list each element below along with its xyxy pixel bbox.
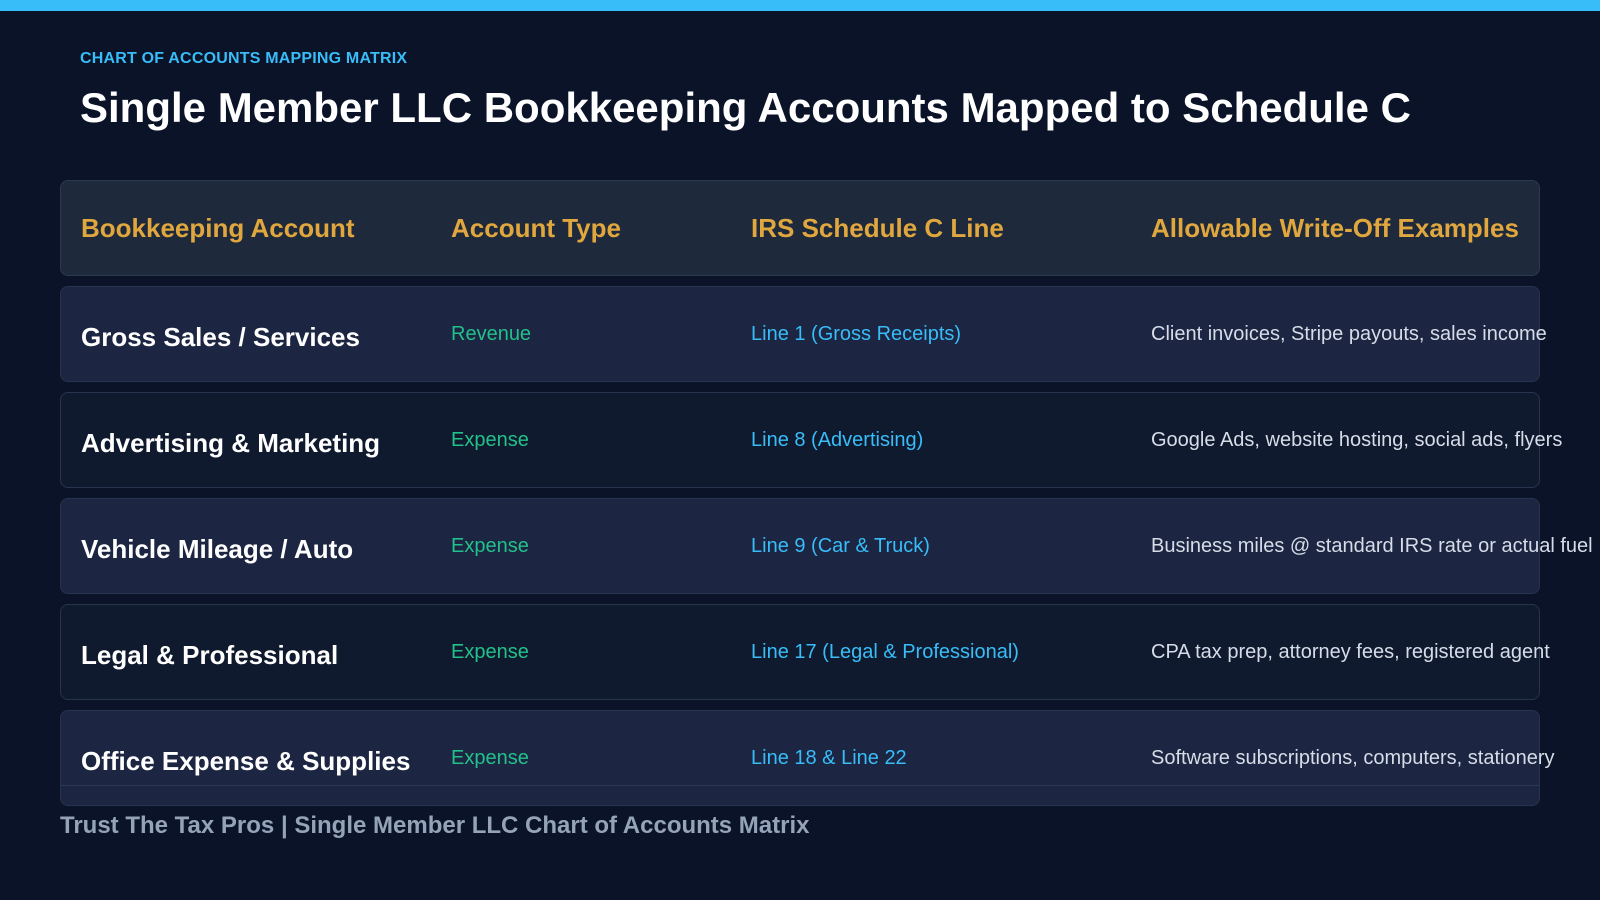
write-off-examples: Client invoices, Stripe payouts, sales i… <box>1151 323 1547 345</box>
table-row: Gross Sales / Services Revenue Line 1 (G… <box>60 286 1547 382</box>
column-header-account: Bookkeeping Account <box>81 213 355 243</box>
table-row: Vehicle Mileage / Auto Expense Line 9 (C… <box>60 498 1593 594</box>
table-header-row: Bookkeeping Account Account Type IRS Sch… <box>60 180 1540 276</box>
account-name: Advertising & Marketing <box>81 428 381 458</box>
account-type: Expense <box>451 747 529 769</box>
schedule-c-line: Line 18 & Line 22 <box>751 747 907 769</box>
column-header-schedule-line: IRS Schedule C Line <box>751 213 1004 243</box>
column-header-type: Account Type <box>451 213 621 243</box>
write-off-examples: Software subscriptions, computers, stati… <box>1151 747 1555 769</box>
account-name: Office Expense & Supplies <box>81 746 411 776</box>
accounts-mapping-table: Bookkeeping Account Account Type IRS Sch… <box>60 180 1593 806</box>
schedule-c-line: Line 17 (Legal & Professional) <box>751 641 1019 663</box>
account-name: Vehicle Mileage / Auto <box>81 534 354 564</box>
table-row: Legal & Professional Expense Line 17 (Le… <box>60 604 1550 700</box>
write-off-examples: CPA tax prep, attorney fees, registered … <box>1151 641 1550 663</box>
top-accent-bar <box>0 0 1600 11</box>
schedule-c-line: Line 1 (Gross Receipts) <box>751 323 962 345</box>
schedule-c-line: Line 8 (Advertising) <box>751 429 924 451</box>
table-row: Advertising & Marketing Expense Line 8 (… <box>60 392 1562 488</box>
account-type: Expense <box>451 641 529 663</box>
footer-caption: Trust The Tax Pros | Single Member LLC C… <box>60 812 810 839</box>
account-name: Legal & Professional <box>81 640 339 670</box>
account-type: Revenue <box>451 323 532 345</box>
account-type: Expense <box>451 429 529 451</box>
column-header-examples: Allowable Write-Off Examples <box>1151 213 1519 243</box>
page-title: Single Member LLC Bookkeeping Accounts M… <box>80 84 1411 131</box>
account-name: Gross Sales / Services <box>81 322 360 352</box>
table-row: Office Expense & Supplies Expense Line 1… <box>60 710 1555 806</box>
account-type: Expense <box>451 535 529 557</box>
eyebrow-label: CHART OF ACCOUNTS MAPPING MATRIX <box>80 50 408 67</box>
schedule-c-line: Line 9 (Car & Truck) <box>751 535 930 557</box>
write-off-examples: Google Ads, website hosting, social ads,… <box>1151 429 1563 451</box>
write-off-examples: Business miles @ standard IRS rate or ac… <box>1151 535 1593 557</box>
